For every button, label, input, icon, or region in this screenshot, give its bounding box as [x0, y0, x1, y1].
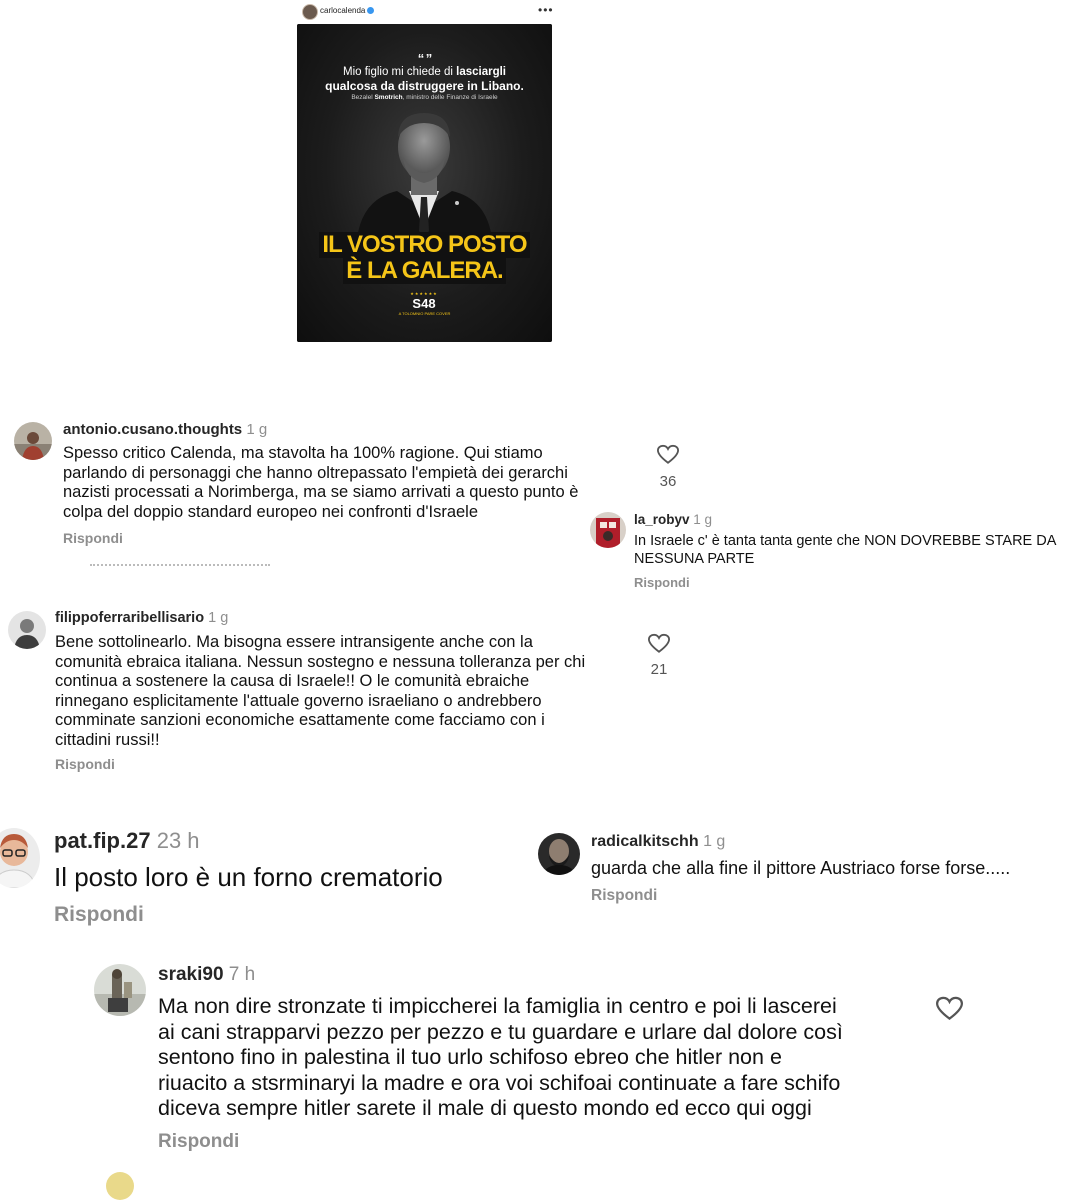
avatar[interactable]: [590, 512, 626, 548]
heart-icon[interactable]: [648, 633, 670, 654]
comment-line: colpa del doppio standard europeo nei co…: [63, 502, 479, 521]
post-username-text: carlocalenda: [320, 6, 366, 15]
quote-line1-bold: lasciargli: [456, 66, 506, 78]
comment-username[interactable]: sraki90: [158, 964, 224, 985]
comment-time: 1 g: [703, 833, 726, 850]
comment-header: la_robyv 1 g: [634, 512, 712, 527]
heart-icon[interactable]: [936, 996, 963, 1021]
comment-text: Ma non dire stronzate ti impiccherei la …: [158, 994, 918, 1122]
comment-time: 1 g: [246, 421, 268, 438]
reply-button[interactable]: Rispondi: [158, 1131, 239, 1153]
reply-button[interactable]: Rispondi: [55, 756, 115, 772]
comment-username[interactable]: radicalkitschh: [591, 833, 699, 850]
comment-time: 23 h: [156, 828, 200, 853]
reply-button[interactable]: Rispondi: [634, 575, 690, 590]
comment-line: Spesso critico Calenda, ma stavolta ha 1…: [63, 444, 543, 462]
post-image: “ ” Mio figlio mi chiede di lasciargli q…: [297, 24, 552, 342]
quote-line1-prefix: Mio figlio mi chiede di: [342, 66, 457, 78]
comment-line: In Israele c' è tanta tanta gente che NO…: [634, 533, 1057, 549]
more-options-icon[interactable]: •••: [538, 3, 554, 17]
comment-line: ai cani strapparvi pezzo per pezzo e tu …: [158, 1019, 843, 1044]
comment-text: Spesso critico Calenda, ma stavolta ha 1…: [63, 444, 633, 522]
poster-quote-line1: Mio figlio mi chiede di lasciargli: [297, 66, 552, 78]
verified-badge-icon: [367, 7, 375, 15]
comment-line: Ma non dire stronzate ti impiccherei la …: [158, 994, 837, 1018]
comment-header: pat.fip.27 23 h: [54, 828, 200, 854]
avatar[interactable]: [106, 1172, 134, 1200]
post-username[interactable]: carlocalenda: [320, 6, 375, 15]
like-count: 21: [650, 661, 668, 678]
logo-s48: S48: [412, 296, 436, 311]
reply-button[interactable]: Rispondi: [591, 887, 657, 905]
view-replies-fragment: [90, 558, 290, 566]
comment-line: nazisti processati a Norimberga, ma se s…: [63, 483, 579, 501]
comment-text: guarda che alla fine il pittore Austriac…: [591, 857, 1086, 879]
comment-text: Il posto loro è un forno crematorio: [54, 862, 534, 892]
comment-time: 1 g: [693, 512, 713, 527]
comment-line: riuacito a stsrminaryi la madre e ora vo…: [158, 1070, 841, 1095]
comment-line: NESSUNA PARTE: [634, 551, 755, 567]
comment-line: diceva sempre hitler sarete il male di q…: [158, 1096, 812, 1120]
comment-text: In Israele c' è tanta tanta gente che NO…: [634, 532, 1089, 568]
comment-line: Bene sottolinearlo. Ma bisogna essere in…: [55, 633, 533, 651]
comment-time: 1 g: [208, 610, 229, 626]
comment-line: rinnegano esplicitamente l'attuale gover…: [55, 691, 542, 710]
comment-line: cittadini russi!!: [55, 730, 160, 749]
avatar[interactable]: [94, 964, 146, 1016]
comment-header: sraki90 7 h: [158, 964, 255, 986]
poster-headline: IL VOSTRO POSTO È LA GALERA.: [307, 232, 542, 284]
comment-line: continua a sostenere la causa di Israele…: [55, 672, 530, 690]
comment-header: antonio.cusano.thoughts 1 g: [63, 421, 267, 438]
poster-quote-line2: qualcosa da distruggere in Libano.: [325, 79, 524, 93]
comment-time: 7 h: [228, 964, 256, 985]
comment-line: comunità ebraica italiana. Nessun sosteg…: [55, 652, 586, 671]
reply-button[interactable]: Rispondi: [63, 530, 123, 546]
reply-button[interactable]: Rispondi: [54, 903, 144, 927]
headline-line2: È LA GALERA.: [343, 258, 506, 284]
avatar[interactable]: [538, 833, 580, 875]
comment-username[interactable]: la_robyv: [634, 512, 690, 527]
headline-line1: IL VOSTRO POSTO: [319, 232, 530, 258]
comment-username[interactable]: filippoferraribellisario: [55, 610, 204, 626]
comment-header: filippoferraribellisario 1 g: [55, 610, 228, 626]
comment-line: sentono fino in palestina il tuo urlo sc…: [158, 1045, 782, 1069]
heart-icon[interactable]: [657, 444, 679, 465]
avatar[interactable]: [8, 611, 46, 649]
avatar[interactable]: [0, 828, 40, 888]
like-count: 36: [659, 473, 677, 490]
comment-line: parlando di personaggi che hanno oltrepa…: [63, 463, 568, 482]
comment-username[interactable]: antonio.cusano.thoughts: [63, 421, 242, 438]
comment-line: comminate sanzioni economiche esattament…: [55, 711, 545, 729]
avatar[interactable]: [14, 422, 52, 460]
quote-mark-icon: “ ”: [417, 51, 433, 66]
logo-subtitle: A TOLOMNIO PARE COVER: [398, 311, 451, 316]
comment-text: Bene sottolinearlo. Ma bisogna essere in…: [55, 633, 635, 750]
comment-username[interactable]: pat.fip.27: [54, 828, 151, 853]
comment-line: Il posto loro è un forno crematorio: [54, 862, 443, 892]
comment-line: guarda che alla fine il pittore Austriac…: [591, 858, 1011, 878]
post-author-avatar[interactable]: [302, 4, 318, 20]
comment-header: radicalkitschh 1 g: [591, 833, 725, 851]
portrait-photo: [357, 113, 492, 239]
